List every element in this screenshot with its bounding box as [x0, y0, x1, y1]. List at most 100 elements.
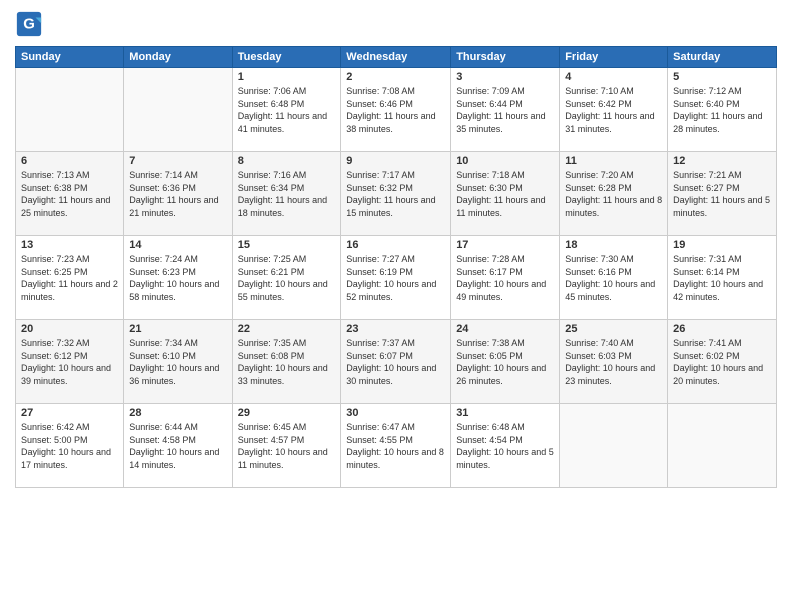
- logo-icon: G: [15, 10, 43, 38]
- day-number: 28: [129, 407, 226, 419]
- calendar-cell: 7 Sunrise: 7:14 AM Sunset: 6:36 PM Daylig…: [124, 152, 232, 236]
- day-info: Sunrise: 7:32 AM Sunset: 6:12 PM Dayligh…: [21, 337, 118, 387]
- day-number: 1: [238, 71, 336, 83]
- day-info: Sunrise: 7:24 AM Sunset: 6:23 PM Dayligh…: [129, 253, 226, 303]
- day-info: Sunrise: 7:12 AM Sunset: 6:40 PM Dayligh…: [673, 85, 771, 135]
- day-info: Sunrise: 7:30 AM Sunset: 6:16 PM Dayligh…: [565, 253, 662, 303]
- week-row-4: 20 Sunrise: 7:32 AM Sunset: 6:12 PM Dayli…: [16, 320, 777, 404]
- day-info: Sunrise: 7:38 AM Sunset: 6:05 PM Dayligh…: [456, 337, 554, 387]
- day-info: Sunrise: 7:25 AM Sunset: 6:21 PM Dayligh…: [238, 253, 336, 303]
- day-number: 3: [456, 71, 554, 83]
- calendar-cell: 2Sunrise: 7:08 AM Sunset: 6:46 PM Daylig…: [341, 68, 451, 152]
- day-number: 10: [456, 155, 554, 167]
- day-number: 15: [238, 239, 336, 251]
- day-number: 19: [673, 239, 771, 251]
- weekday-header-saturday: Saturday: [668, 47, 777, 68]
- day-info: Sunrise: 7:18 AM Sunset: 6:30 PM Dayligh…: [456, 169, 554, 219]
- day-info: Sunrise: 7:20 AM Sunset: 6:28 PM Dayligh…: [565, 169, 662, 219]
- weekday-header-wednesday: Wednesday: [341, 47, 451, 68]
- day-number: 31: [456, 407, 554, 419]
- day-info: Sunrise: 7:17 AM Sunset: 6:32 PM Dayligh…: [346, 169, 445, 219]
- day-info: Sunrise: 7:14 AM Sunset: 6:36 PM Dayligh…: [129, 169, 226, 219]
- weekday-header-sunday: Sunday: [16, 47, 124, 68]
- day-number: 11: [565, 155, 662, 167]
- weekday-header-friday: Friday: [560, 47, 668, 68]
- day-info: Sunrise: 7:31 AM Sunset: 6:14 PM Dayligh…: [673, 253, 771, 303]
- day-number: 5: [673, 71, 771, 83]
- calendar-cell: 9Sunrise: 7:17 AM Sunset: 6:32 PM Daylig…: [341, 152, 451, 236]
- day-number: 16: [346, 239, 445, 251]
- day-number: 13: [21, 239, 118, 251]
- day-number: 26: [673, 323, 771, 335]
- page-header: G: [15, 10, 777, 38]
- day-number: 8: [238, 155, 336, 167]
- day-info: Sunrise: 7:21 AM Sunset: 6:27 PM Dayligh…: [673, 169, 771, 219]
- calendar-cell: 30 Sunrise: 6:47 AM Sunset: 4:55 PM Dayli…: [341, 404, 451, 488]
- day-info: Sunrise: 7:16 AM Sunset: 6:34 PM Dayligh…: [238, 169, 336, 219]
- calendar-cell: [16, 68, 124, 152]
- day-number: 23: [346, 323, 445, 335]
- weekday-header-thursday: Thursday: [451, 47, 560, 68]
- day-info: Sunrise: 6:45 AM Sunset: 4:57 PM Dayligh…: [238, 421, 336, 471]
- calendar-cell: 3Sunrise: 7:09 AM Sunset: 6:44 PM Daylig…: [451, 68, 560, 152]
- day-info: Sunrise: 7:27 AM Sunset: 6:19 PM Dayligh…: [346, 253, 445, 303]
- weekday-header-tuesday: Tuesday: [232, 47, 341, 68]
- calendar-cell: 26 Sunrise: 7:41 AM Sunset: 6:02 PM Dayli…: [668, 320, 777, 404]
- calendar-cell: 19 Sunrise: 7:31 AM Sunset: 6:14 PM Dayli…: [668, 236, 777, 320]
- day-info: Sunrise: 7:10 AM Sunset: 6:42 PM Dayligh…: [565, 85, 662, 135]
- day-number: 4: [565, 71, 662, 83]
- day-number: 24: [456, 323, 554, 335]
- calendar-cell: 28 Sunrise: 6:44 AM Sunset: 4:58 PM Dayli…: [124, 404, 232, 488]
- day-info: Sunrise: 6:42 AM Sunset: 5:00 PM Dayligh…: [21, 421, 118, 471]
- day-number: 30: [346, 407, 445, 419]
- calendar-cell: 27 Sunrise: 6:42 AM Sunset: 5:00 PM Dayli…: [16, 404, 124, 488]
- calendar-cell: 18 Sunrise: 7:30 AM Sunset: 6:16 PM Dayli…: [560, 236, 668, 320]
- calendar-cell: 14Sunrise: 7:24 AM Sunset: 6:23 PM Dayli…: [124, 236, 232, 320]
- week-row-5: 27 Sunrise: 6:42 AM Sunset: 5:00 PM Dayli…: [16, 404, 777, 488]
- calendar-cell: 24 Sunrise: 7:38 AM Sunset: 6:05 PM Dayli…: [451, 320, 560, 404]
- day-info: Sunrise: 7:40 AM Sunset: 6:03 PM Dayligh…: [565, 337, 662, 387]
- calendar-cell: 22Sunrise: 7:35 AM Sunset: 6:08 PM Dayli…: [232, 320, 341, 404]
- day-info: Sunrise: 7:13 AM Sunset: 6:38 PM Dayligh…: [21, 169, 118, 219]
- day-info: Sunrise: 6:47 AM Sunset: 4:55 PM Dayligh…: [346, 421, 445, 471]
- week-row-2: 6Sunrise: 7:13 AM Sunset: 6:38 PM Daylig…: [16, 152, 777, 236]
- week-row-3: 13 Sunrise: 7:23 AM Sunset: 6:25 PM Dayli…: [16, 236, 777, 320]
- day-number: 27: [21, 407, 118, 419]
- calendar-cell: 29 Sunrise: 6:45 AM Sunset: 4:57 PM Dayli…: [232, 404, 341, 488]
- calendar-cell: 20 Sunrise: 7:32 AM Sunset: 6:12 PM Dayli…: [16, 320, 124, 404]
- day-info: Sunrise: 7:37 AM Sunset: 6:07 PM Dayligh…: [346, 337, 445, 387]
- calendar-cell: 17Sunrise: 7:28 AM Sunset: 6:17 PM Dayli…: [451, 236, 560, 320]
- day-number: 25: [565, 323, 662, 335]
- day-info: Sunrise: 6:48 AM Sunset: 4:54 PM Dayligh…: [456, 421, 554, 471]
- calendar-cell: 16 Sunrise: 7:27 AM Sunset: 6:19 PM Dayli…: [341, 236, 451, 320]
- weekday-header-row: SundayMondayTuesdayWednesdayThursdayFrid…: [16, 47, 777, 68]
- week-row-1: 1Sunrise: 7:06 AM Sunset: 6:48 PM Daylig…: [16, 68, 777, 152]
- calendar-cell: [560, 404, 668, 488]
- day-info: Sunrise: 7:35 AM Sunset: 6:08 PM Dayligh…: [238, 337, 336, 387]
- calendar-cell: [124, 68, 232, 152]
- calendar-cell: 23 Sunrise: 7:37 AM Sunset: 6:07 PM Dayli…: [341, 320, 451, 404]
- day-number: 7: [129, 155, 226, 167]
- calendar-table: SundayMondayTuesdayWednesdayThursdayFrid…: [15, 46, 777, 488]
- calendar-cell: 10 Sunrise: 7:18 AM Sunset: 6:30 PM Dayli…: [451, 152, 560, 236]
- calendar-cell: 21 Sunrise: 7:34 AM Sunset: 6:10 PM Dayli…: [124, 320, 232, 404]
- day-number: 29: [238, 407, 336, 419]
- calendar-cell: 11 Sunrise: 7:20 AM Sunset: 6:28 PM Dayli…: [560, 152, 668, 236]
- day-number: 18: [565, 239, 662, 251]
- day-info: Sunrise: 7:23 AM Sunset: 6:25 PM Dayligh…: [21, 253, 118, 303]
- calendar-cell: 15 Sunrise: 7:25 AM Sunset: 6:21 PM Dayli…: [232, 236, 341, 320]
- day-info: Sunrise: 7:41 AM Sunset: 6:02 PM Dayligh…: [673, 337, 771, 387]
- day-info: Sunrise: 7:34 AM Sunset: 6:10 PM Dayligh…: [129, 337, 226, 387]
- day-info: Sunrise: 7:28 AM Sunset: 6:17 PM Dayligh…: [456, 253, 554, 303]
- calendar-cell: 12Sunrise: 7:21 AM Sunset: 6:27 PM Dayli…: [668, 152, 777, 236]
- calendar-cell: 5 Sunrise: 7:12 AM Sunset: 6:40 PM Daylig…: [668, 68, 777, 152]
- weekday-header-monday: Monday: [124, 47, 232, 68]
- calendar-cell: 6Sunrise: 7:13 AM Sunset: 6:38 PM Daylig…: [16, 152, 124, 236]
- day-info: Sunrise: 6:44 AM Sunset: 4:58 PM Dayligh…: [129, 421, 226, 471]
- day-number: 20: [21, 323, 118, 335]
- calendar-cell: 4 Sunrise: 7:10 AM Sunset: 6:42 PM Daylig…: [560, 68, 668, 152]
- logo: G: [15, 10, 47, 38]
- calendar-cell: 8 Sunrise: 7:16 AM Sunset: 6:34 PM Daylig…: [232, 152, 341, 236]
- day-number: 21: [129, 323, 226, 335]
- day-info: Sunrise: 7:08 AM Sunset: 6:46 PM Dayligh…: [346, 85, 445, 135]
